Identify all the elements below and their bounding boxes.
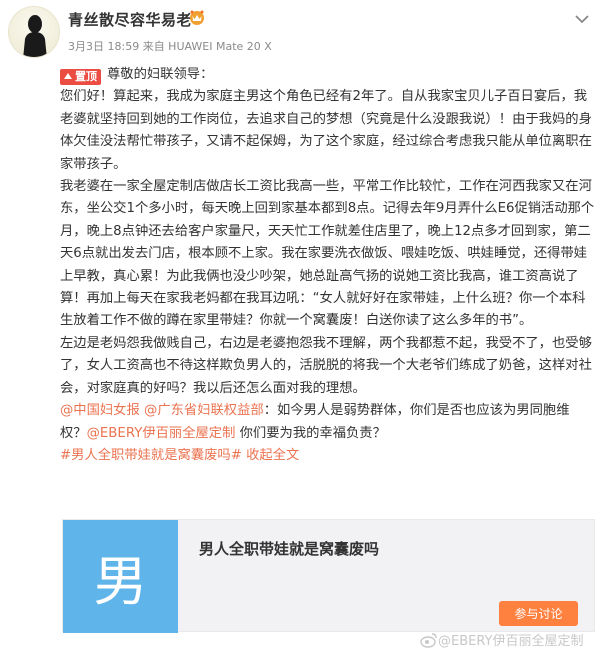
pin-arrow-icon	[64, 73, 72, 79]
topic-link[interactable]: #男人全职带娃就是窝囊废吗#	[60, 448, 242, 463]
avatar-silhouette-icon	[23, 15, 47, 57]
pin-badge: 置顶	[60, 69, 101, 85]
collapse-link[interactable]: 收起全文	[246, 448, 299, 463]
pin-badge-label: 置顶	[75, 70, 97, 83]
greeting-line: 置顶 尊敬的妇联领导：	[60, 64, 596, 86]
join-discussion-button[interactable]: 参与讨论	[499, 601, 578, 626]
topic-line: #男人全职带娃就是窝囊废吗# 收起全文	[60, 445, 596, 467]
greeting-text: 尊敬的妇联领导：	[107, 67, 214, 82]
post-body: 置顶 尊敬的妇联领导： 您们好！算起来，我成为家庭主男这个角色已经有2年了。自从我…	[60, 64, 596, 467]
paragraph-1: 您们好！算起来，我成为家庭主男这个角色已经有2年了。自从我家宝贝儿子百日宴后，我…	[60, 89, 592, 172]
paragraph-2: 我老婆在一家全屋定制店做店长工资比我高一些，平常工作比较忙，工作在河西我家又在河…	[60, 179, 595, 329]
post-header: 青丝散尽容华易老 3月3日 18:59 来自 HUAWEI Mate 20 X	[0, 0, 600, 62]
weibo-logo-icon	[420, 632, 438, 648]
topic-card-thumbnail: 男	[63, 520, 178, 633]
thumbnail-char: 男	[93, 550, 148, 613]
post-meta: 3月3日 18:59 来自 HUAWEI Mate 20 X	[68, 40, 272, 53]
paragraph-4: @中国妇女报 @广东省妇联权益部：如今男人是弱势群体，你们是否也应该为男同胞维权…	[60, 400, 596, 445]
paragraph-4-text-b: 你们要为我的幸福负责？	[235, 425, 386, 441]
watermark: @EBERY伊百丽全屋定制	[420, 630, 584, 649]
topic-card-title[interactable]: 男人全职带娃就是窝囊废吗	[199, 538, 379, 559]
avatar[interactable]	[8, 6, 60, 58]
username[interactable]: 青丝散尽容华易老	[68, 9, 192, 30]
mention-link[interactable]: @广东省妇联权益部	[144, 403, 264, 418]
watermark-text: @EBERY伊百丽全屋定制	[438, 634, 584, 649]
vip-crown-icon	[188, 9, 206, 25]
paragraph-3: 左边是老妈怨我做贱自己，右边是老婆抱怨我不理解，两个我都惹不起，我受不了，也受够…	[60, 335, 592, 396]
mention-link[interactable]: @EBERY伊百丽全屋定制	[87, 426, 236, 441]
mention-link[interactable]: @中国妇女报	[60, 403, 140, 418]
chevron-down-icon[interactable]	[574, 10, 590, 24]
topic-card[interactable]: 男 男人全职带娃就是窝囊废吗 参与讨论	[62, 519, 595, 633]
